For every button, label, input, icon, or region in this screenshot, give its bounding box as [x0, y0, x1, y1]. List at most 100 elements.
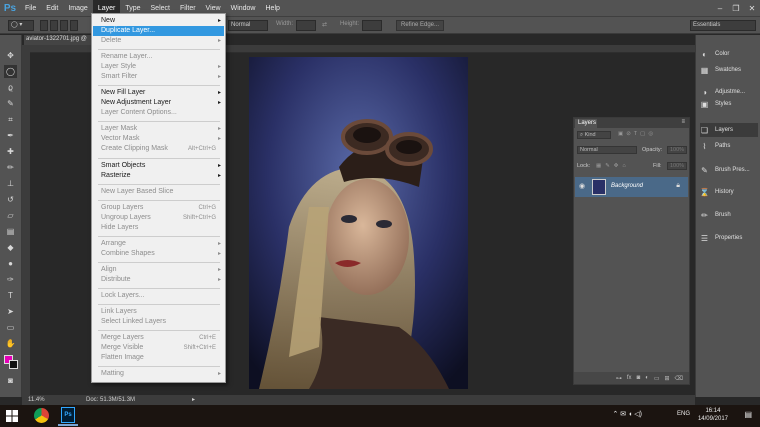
layers-tab[interactable]: Layers	[575, 119, 597, 128]
add-selection-icon[interactable]	[50, 20, 58, 31]
document-tab[interactable]: aviator-1322701.jpg @	[24, 35, 94, 45]
style-select[interactable]: Normal	[228, 20, 268, 31]
new-selection-icon[interactable]	[40, 20, 48, 31]
fx-icon[interactable]: fx	[627, 375, 632, 381]
layer-menu-item-hide-layers[interactable]: Hide Layers	[93, 223, 224, 233]
move-tool-icon[interactable]: ✥	[4, 49, 17, 62]
layer-menu-item-new[interactable]: New ▸	[93, 16, 224, 26]
crop-tool-icon[interactable]: ⌗	[4, 113, 17, 126]
menu-image[interactable]: Image	[63, 0, 92, 16]
filter-icons[interactable]: ▣⊘T▢◎	[618, 131, 656, 137]
layer-menu-item-layer-mask[interactable]: Layer Mask ▸	[93, 124, 224, 134]
layer-menu-item-group-layers[interactable]: Group Layers Ctrl+G	[93, 203, 224, 213]
blur-tool-icon[interactable]: ◆	[4, 241, 17, 254]
menu-window[interactable]: Window	[226, 0, 261, 16]
dodge-tool-icon[interactable]: ●	[4, 257, 17, 270]
menu-file[interactable]: File	[20, 0, 41, 16]
status-arrow-icon[interactable]: ▸	[192, 396, 195, 403]
adjustment-layer-icon[interactable]: ◐	[645, 375, 649, 381]
notifications-icon[interactable]: ▤	[744, 410, 752, 419]
layer-menu-item-smart-objects[interactable]: Smart Objects ▸	[93, 161, 224, 171]
subtract-selection-icon[interactable]	[60, 20, 68, 31]
type-tool-icon[interactable]: T	[4, 289, 17, 302]
layer-menu-item-new-fill-layer[interactable]: New Fill Layer ▸	[93, 88, 224, 98]
marquee-tool-icon[interactable]: ◯	[4, 65, 17, 78]
path-select-tool-icon[interactable]: ➤	[4, 305, 17, 318]
layer-menu-item-ungroup-layers[interactable]: Ungroup Layers Shift+Ctrl+G	[93, 213, 224, 223]
swap-icon[interactable]: ⇄	[322, 21, 327, 28]
layer-menu-item-new-layer-based-slice[interactable]: New Layer Based Slice	[93, 187, 224, 197]
dock-styles[interactable]: ▣ Styles	[700, 99, 758, 109]
workspace-select[interactable]: Essentials	[690, 20, 756, 31]
hand-tool-icon[interactable]: ✋	[4, 337, 17, 350]
document-image[interactable]	[249, 57, 468, 389]
eyedropper-tool-icon[interactable]: ✒	[4, 129, 17, 142]
panel-menu-icon[interactable]: ≡	[681, 119, 685, 125]
layer-menu-item-delete[interactable]: Delete ▸	[93, 36, 224, 46]
layer-menu-item-lock-layers[interactable]: Lock Layers...	[93, 291, 224, 301]
quick-mask-icon[interactable]: ◙	[4, 374, 17, 387]
dock-swatches[interactable]: ▦ Swatches	[700, 63, 758, 77]
layer-menu-item-distribute[interactable]: Distribute ▸	[93, 275, 224, 285]
layer-menu-item-create-clipping-mask[interactable]: Create Clipping Mask Alt+Ctrl+G	[93, 144, 224, 154]
photoshop-taskbar-icon[interactable]: Ps	[61, 407, 75, 423]
dock-history[interactable]: ⌛ History	[700, 185, 758, 199]
gradient-tool-icon[interactable]: ▤	[4, 225, 17, 238]
fill-field[interactable]: 100%	[667, 162, 687, 170]
add-mask-icon[interactable]: ◙	[637, 375, 641, 381]
layer-menu-item-arrange[interactable]: Arrange ▸	[93, 239, 224, 249]
shape-tool-icon[interactable]: ▭	[4, 321, 17, 334]
close-button[interactable]: ✕	[744, 0, 760, 16]
width-field[interactable]	[296, 20, 316, 31]
taskbar-clock[interactable]: 16:14 14/09/2017	[698, 407, 728, 423]
menu-help[interactable]: Help	[261, 0, 285, 16]
new-group-icon[interactable]: ▭	[654, 375, 660, 382]
clone-stamp-tool-icon[interactable]: ⊥	[4, 177, 17, 190]
layer-menu-item-new-adjustment-layer[interactable]: New Adjustment Layer ▸	[93, 98, 224, 108]
layer-menu-item-combine-shapes[interactable]: Combine Shapes ▸	[93, 249, 224, 259]
layer-menu-item-align[interactable]: Align ▸	[93, 265, 224, 275]
tray-icons[interactable]: ⌃ ✉ ◖ ◁)	[612, 410, 642, 418]
dock-properties[interactable]: ☰ Properties	[700, 231, 758, 245]
lasso-tool-icon[interactable]: ϱ	[4, 81, 17, 94]
layer-menu-item-rasterize[interactable]: Rasterize ▸	[93, 171, 224, 181]
zoom-level[interactable]: 11.4%	[28, 397, 45, 403]
height-field[interactable]	[362, 20, 382, 31]
new-layer-icon[interactable]: ⊞	[664, 375, 669, 382]
layer-menu-item-merge-visible[interactable]: Merge Visible Shift+Ctrl+E	[93, 343, 224, 353]
layer-menu-item-vector-mask[interactable]: Vector Mask ▸	[93, 134, 224, 144]
layer-menu-item-smart-filter[interactable]: Smart Filter ▸	[93, 72, 224, 82]
layer-menu-item-select-linked-layers[interactable]: Select Linked Layers	[93, 317, 224, 327]
layer-menu-item-link-layers[interactable]: Link Layers	[93, 307, 224, 317]
minimize-button[interactable]: –	[712, 0, 728, 16]
trash-icon[interactable]: ⌫	[675, 375, 683, 382]
layer-row-background[interactable]: ◉ Background 🔒︎	[575, 177, 688, 197]
quick-select-tool-icon[interactable]: ✎	[4, 97, 17, 110]
layer-menu-item-duplicate-layer[interactable]: Duplicate Layer...	[93, 26, 224, 36]
dock-color[interactable]: ◐ Color	[700, 47, 758, 61]
pen-tool-icon[interactable]: ✑	[4, 273, 17, 286]
chrome-taskbar-icon[interactable]	[34, 408, 49, 423]
layer-menu-item-matting[interactable]: Matting ▸	[93, 369, 224, 379]
eraser-tool-icon[interactable]: ▱	[4, 209, 17, 222]
opacity-field[interactable]: 100%	[667, 146, 687, 154]
layer-menu-item-layer-content-options[interactable]: Layer Content Options...	[93, 108, 224, 118]
blend-mode-select[interactable]: Normal	[577, 146, 637, 154]
history-brush-tool-icon[interactable]: ↺	[4, 193, 17, 206]
layer-menu-item-layer-style[interactable]: Layer Style ▸	[93, 62, 224, 72]
intersect-selection-icon[interactable]	[70, 20, 78, 31]
tool-preset-picker[interactable]: ◯ ▾	[8, 20, 34, 31]
restore-button[interactable]: ❐	[728, 0, 744, 16]
visibility-eye-icon[interactable]: ◉	[579, 182, 585, 190]
menu-edit[interactable]: Edit	[41, 0, 63, 16]
layer-menu-item-merge-layers[interactable]: Merge Layers Ctrl+E	[93, 333, 224, 343]
dock-paths[interactable]: ⌇ Paths	[700, 139, 758, 153]
windows-start-icon[interactable]	[6, 410, 18, 422]
dock-adjustments[interactable]: ◑ Adjustme...	[700, 85, 758, 99]
layer-menu-item-rename-layer[interactable]: Rename Layer...	[93, 52, 224, 62]
healing-brush-tool-icon[interactable]: ✚	[4, 145, 17, 158]
kind-filter-select[interactable]: ⌕ Kind	[577, 131, 611, 139]
lock-icons[interactable]: ▦✎✥⌂	[596, 163, 630, 169]
dock-brush-presets[interactable]: ✎ Brush Pres...	[700, 163, 758, 177]
refine-edge-button[interactable]: Refine Edge...	[396, 20, 444, 31]
